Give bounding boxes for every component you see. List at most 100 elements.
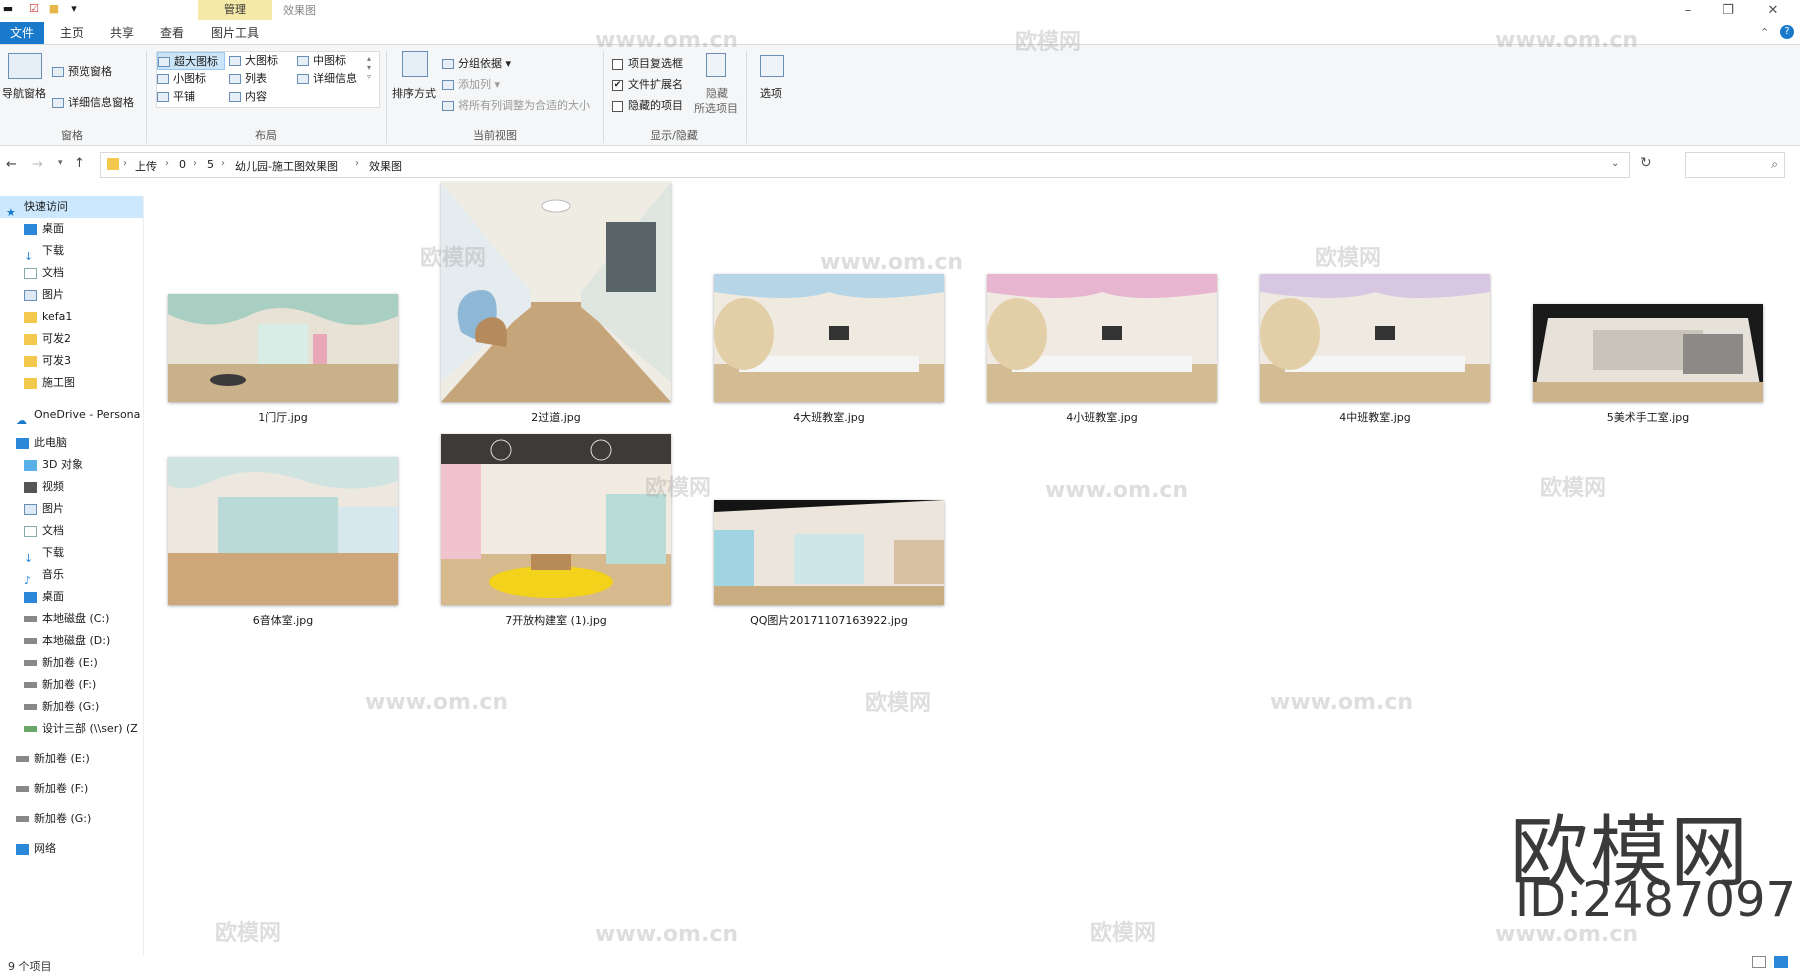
- file-thumbnail[interactable]: [987, 274, 1217, 402]
- nav-pane-button[interactable]: 导航窗格: [2, 85, 46, 101]
- sidebar-item-network-drive-z[interactable]: 设计三部 (\\ser) (Z: [0, 718, 143, 740]
- sidebar-item-desktop-pc[interactable]: 桌面: [0, 586, 143, 608]
- close-button[interactable]: ✕: [1755, 0, 1791, 22]
- checkbox-checked[interactable]: ✔: [612, 79, 623, 91]
- file-thumbnail[interactable]: [1533, 304, 1763, 402]
- sidebar-item-drive-c[interactable]: 本地磁盘 (C:): [0, 608, 143, 630]
- chevron-right-icon[interactable]: ›: [221, 158, 225, 169]
- options-button[interactable]: 选项: [760, 85, 782, 101]
- hide-selected-label[interactable]: 隐藏: [706, 85, 728, 101]
- sidebar-item-drive-e[interactable]: 新加卷 (E:): [0, 652, 143, 674]
- sidebar-item-construction[interactable]: 施工图: [0, 372, 143, 394]
- hidden-items-toggle[interactable]: 隐藏的项目: [612, 97, 683, 113]
- address-dropdown-icon[interactable]: ⌄: [1611, 158, 1619, 169]
- layout-medium-icons[interactable]: 中图标: [297, 52, 346, 70]
- sort-by-button[interactable]: 排序方式: [392, 85, 436, 101]
- file-name[interactable]: 4大班教室.jpg: [709, 409, 949, 425]
- sidebar-item-volume-f[interactable]: 新加卷 (F:): [0, 778, 143, 800]
- customize-toolbar-icon[interactable]: ▾: [68, 3, 80, 15]
- breadcrumb-item[interactable]: 5: [207, 158, 214, 171]
- file-extensions-toggle[interactable]: ✔ 文件扩展名: [612, 76, 683, 92]
- large-icons-view-icon[interactable]: [1774, 956, 1788, 968]
- details-pane-button[interactable]: 详细信息窗格: [52, 94, 134, 110]
- sidebar-item-drive-d[interactable]: 本地磁盘 (D:): [0, 630, 143, 652]
- sidebar-item-kefa2[interactable]: 可发2✎: [0, 328, 143, 350]
- layout-extra-large-icons[interactable]: 超大图标: [157, 52, 225, 70]
- up-arrow-icon[interactable]: ↑: [74, 156, 85, 171]
- properties-icon[interactable]: ☑: [28, 3, 40, 15]
- layout-details[interactable]: 详细信息: [297, 70, 357, 88]
- chevron-right-icon[interactable]: ›: [123, 158, 127, 169]
- tab-file[interactable]: 文件: [0, 22, 44, 44]
- layout-list[interactable]: 列表: [229, 70, 267, 88]
- tab-share[interactable]: 共享: [102, 22, 142, 44]
- breadcrumb-item[interactable]: 效果图: [369, 158, 402, 174]
- checkbox-unchecked[interactable]: [612, 58, 623, 70]
- layout-tiles[interactable]: 平铺: [157, 88, 195, 106]
- fit-columns-button[interactable]: 将所有列调整为合适的大小: [442, 97, 590, 113]
- sidebar-item-onedrive[interactable]: ☁ OneDrive - Persona: [0, 404, 143, 426]
- forward-arrow-icon[interactable]: →: [32, 157, 43, 172]
- recent-locations-icon[interactable]: ▾: [58, 158, 63, 168]
- sidebar-item-3d-objects[interactable]: 3D 对象: [0, 454, 143, 476]
- navigation-pane-icon[interactable]: [8, 53, 42, 79]
- refresh-icon[interactable]: ↻: [1640, 155, 1652, 171]
- layout-content[interactable]: 内容: [229, 88, 267, 106]
- details-view-icon[interactable]: [1752, 956, 1766, 968]
- file-thumbnail[interactable]: [714, 500, 944, 605]
- chevron-right-icon[interactable]: ›: [193, 158, 197, 169]
- file-name[interactable]: 1门厅.jpg: [163, 409, 403, 425]
- options-icon[interactable]: [760, 55, 784, 77]
- sidebar-item-drive-f[interactable]: 新加卷 (F:): [0, 674, 143, 696]
- breadcrumb-item[interactable]: 0: [179, 158, 186, 171]
- preview-pane-button[interactable]: 预览窗格: [52, 63, 112, 79]
- file-thumbnail[interactable]: [168, 457, 398, 605]
- sort-by-icon[interactable]: [402, 51, 428, 77]
- sidebar-item-drive-g[interactable]: 新加卷 (G:): [0, 696, 143, 718]
- file-name[interactable]: 2过道.jpg: [436, 409, 676, 425]
- sidebar-item-desktop[interactable]: 桌面✎: [0, 218, 143, 240]
- file-thumbnail[interactable]: [441, 434, 671, 605]
- item-checkboxes-toggle[interactable]: 项目复选框: [612, 55, 683, 71]
- sidebar-item-pictures-pc[interactable]: 图片: [0, 498, 143, 520]
- tab-home[interactable]: 主页: [52, 22, 92, 44]
- chevron-right-icon[interactable]: ›: [355, 158, 359, 169]
- sidebar-item-documents-pc[interactable]: 文档: [0, 520, 143, 542]
- add-columns-button[interactable]: 添加列 ▾: [442, 76, 500, 92]
- back-arrow-icon[interactable]: ←: [6, 157, 17, 172]
- file-name[interactable]: 5美术手工室.jpg: [1528, 409, 1768, 425]
- sidebar-item-kefa3[interactable]: 可发3: [0, 350, 143, 372]
- file-name[interactable]: 6音体室.jpg: [163, 612, 403, 628]
- layout-large-icons[interactable]: 大图标: [229, 52, 278, 70]
- file-thumbnail[interactable]: [714, 274, 944, 402]
- sidebar-item-quick-access[interactable]: ★ 快速访问: [0, 196, 143, 218]
- maximize-button[interactable]: ❐: [1710, 0, 1746, 22]
- sidebar-item-documents[interactable]: 文档✎: [0, 262, 143, 284]
- file-name[interactable]: QQ图片20171107163922.jpg: [709, 612, 949, 628]
- address-bar[interactable]: › 上传 › 0 › 5 › 幼儿园-施工图效果图 › 效果图 ⌄: [100, 152, 1630, 178]
- file-thumbnail[interactable]: [1260, 274, 1490, 402]
- search-input[interactable]: ⌕: [1685, 152, 1785, 178]
- sidebar-item-music[interactable]: ♪ 音乐: [0, 564, 143, 586]
- collapse-ribbon-icon[interactable]: ⌃: [1760, 26, 1769, 39]
- sidebar-item-kefa1[interactable]: kefa1✎: [0, 306, 143, 328]
- tab-view[interactable]: 查看: [152, 22, 192, 44]
- context-tab-manage[interactable]: 管理: [198, 0, 272, 20]
- file-thumbnail[interactable]: [441, 182, 671, 402]
- sidebar-item-this-pc[interactable]: 此电脑: [0, 432, 143, 454]
- chevron-right-icon[interactable]: ›: [165, 158, 169, 169]
- tab-picture-tools[interactable]: 图片工具: [204, 22, 266, 44]
- hide-selected-icon[interactable]: [706, 53, 726, 77]
- sidebar-item-network[interactable]: 网络: [0, 838, 143, 860]
- file-thumbnail[interactable]: [168, 294, 398, 402]
- help-icon[interactable]: ?: [1780, 25, 1794, 39]
- layout-small-icons[interactable]: 小图标: [157, 70, 206, 88]
- new-folder-icon[interactable]: ■: [48, 3, 60, 15]
- sidebar-item-volume-g[interactable]: 新加卷 (G:): [0, 808, 143, 830]
- sidebar-item-downloads-pc[interactable]: ↓ 下载: [0, 542, 143, 564]
- file-name[interactable]: 4中班教室.jpg: [1255, 409, 1495, 425]
- sidebar-item-volume-e[interactable]: 新加卷 (E:): [0, 748, 143, 770]
- minimize-button[interactable]: –: [1670, 0, 1706, 22]
- hide-selected-label-2[interactable]: 所选项目: [694, 100, 738, 116]
- file-name[interactable]: 7开放构建室 (1).jpg: [436, 612, 676, 628]
